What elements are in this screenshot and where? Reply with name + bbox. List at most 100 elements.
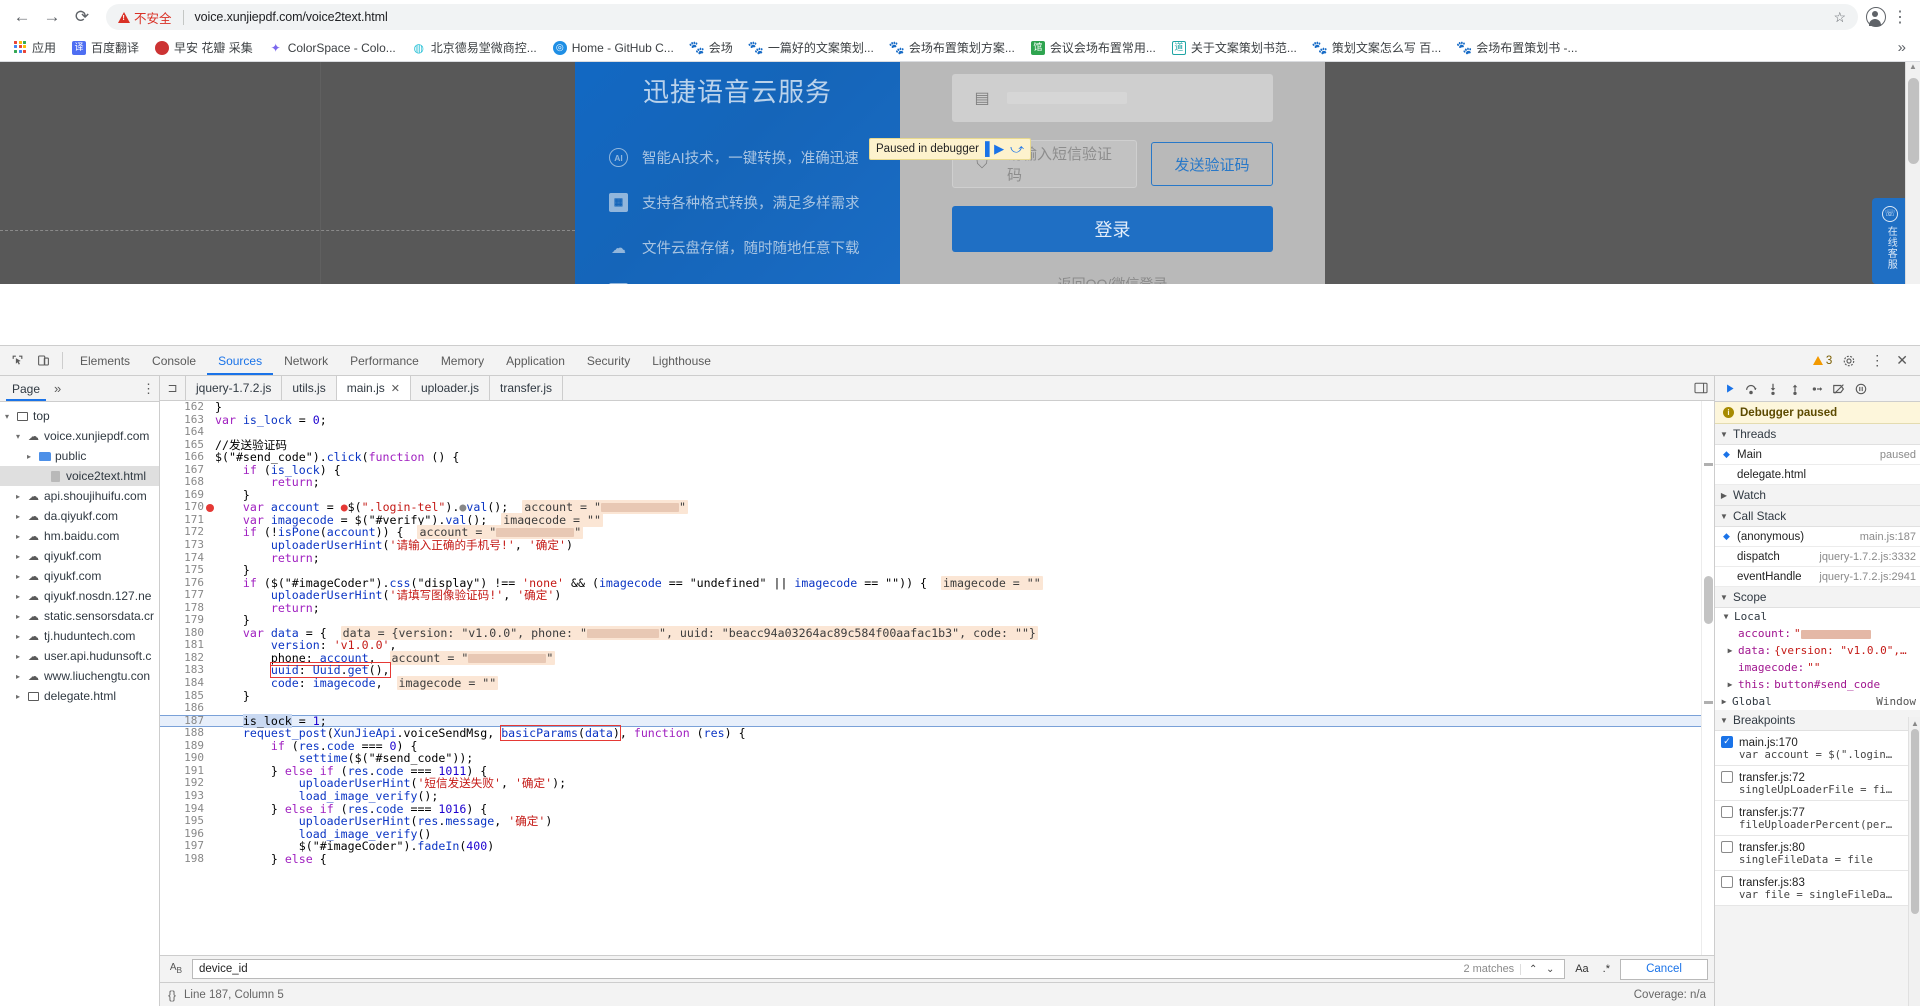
file-tab[interactable]: transfer.js <box>490 376 564 400</box>
close-icon[interactable]: ✕ <box>391 382 400 395</box>
tree-item[interactable]: ▸ ☁ static.sensorsdata.cr <box>0 606 159 626</box>
forward-button[interactable]: → <box>38 3 66 31</box>
tree-twisty-icon[interactable]: ▸ <box>13 592 23 601</box>
code-line[interactable]: 163 var is_lock = 0; <box>160 413 1701 427</box>
search-input[interactable]: device_id 2 matches ⌃ ⌄ <box>192 959 1566 979</box>
tree-item[interactable]: voice2text.html <box>0 466 159 486</box>
debugger-scrollbar-thumb[interactable] <box>1911 729 1919 914</box>
bookmark-item[interactable]: ◍ 北京德易堂微商控... <box>405 36 544 59</box>
section-watch[interactable]: ▶ Watch <box>1715 485 1920 506</box>
tree-twisty-icon[interactable]: ▸ <box>13 572 23 581</box>
scope-twisty-icon[interactable]: ▶ <box>1725 646 1735 655</box>
tree-item[interactable]: ▸ public <box>0 446 159 466</box>
step-out-icon[interactable] <box>1785 379 1805 399</box>
tree-twisty-icon[interactable]: ▸ <box>13 532 23 541</box>
tree-twisty-icon[interactable]: ▸ <box>13 692 23 701</box>
file-tab[interactable]: uploader.js <box>411 376 490 400</box>
code-line[interactable]: 197 $("#imageCoder").fadeIn(400) <box>160 840 1701 853</box>
tree-item[interactable]: ▸ ☁ qiyukf.nosdn.127.ne <box>0 586 159 606</box>
editor-scrollbar[interactable] <box>1701 401 1714 955</box>
tab-memory[interactable]: Memory <box>430 346 495 375</box>
tree-twisty-icon[interactable]: ▸ <box>13 652 23 661</box>
navigator-kebab-icon[interactable]: ⋮ <box>142 381 155 397</box>
scope-variable-row[interactable]: ▶ this: button#send_code <box>1715 676 1920 693</box>
breakpoint-row[interactable]: main.js:170var account = $(".login… <box>1715 731 1920 766</box>
devtools-close-icon[interactable]: ✕ <box>1892 352 1912 369</box>
address-bar[interactable]: 不安全 voice.xunjiepdf.com/voice2text.html … <box>106 4 1858 30</box>
device-toolbar-icon[interactable] <box>30 348 56 374</box>
bookmark-item[interactable]: ◎ Home - GitHub C... <box>546 38 681 58</box>
file-tab[interactable]: utils.js <box>282 376 337 400</box>
code-line[interactable]: 166 $("#send_code").click(function () { <box>160 451 1701 464</box>
bookmark-item[interactable]: 馆会议会场布置常用... <box>1024 36 1163 59</box>
editor-scrollbar-thumb[interactable] <box>1704 576 1713 624</box>
tree-twisty-icon[interactable]: ▸ <box>13 612 23 621</box>
tree-item[interactable]: ▸ ☁ api.shoujihuifu.com <box>0 486 159 506</box>
gear-icon[interactable] <box>1836 348 1862 374</box>
tab-security[interactable]: Security <box>576 346 641 375</box>
navigator-tab-page[interactable]: Page <box>6 376 46 401</box>
file-tabs-more-icon[interactable]: ⊐ <box>160 376 186 400</box>
code-line[interactable]: 167 if (is_lock) { <box>160 463 1701 477</box>
bookmark-item[interactable]: ✦ ColorSpace - Colo... <box>262 38 403 58</box>
code-line[interactable]: 178 return; <box>160 601 1701 615</box>
tree-twisty-icon[interactable]: ▾ <box>13 432 23 441</box>
scope-variable-row[interactable]: account: " <box>1715 625 1920 642</box>
breakpoint-checkbox[interactable] <box>1721 736 1733 748</box>
search-next-icon[interactable]: ⌄ <box>1542 964 1558 975</box>
match-case-toggle[interactable]: Aa <box>1571 963 1592 975</box>
code-line[interactable]: 168 return; <box>160 476 1701 489</box>
bookmark-item[interactable]: 🐾 会场布置策划方案... <box>883 36 1022 59</box>
tree-twisty-icon[interactable]: ▾ <box>2 412 12 421</box>
send-code-button[interactable]: 发送验证码 <box>1151 142 1273 186</box>
code-line[interactable]: 185 } <box>160 689 1701 703</box>
pause-on-exceptions-icon[interactable] <box>1851 379 1871 399</box>
debugger-scrollbar[interactable]: ▲ ▼ <box>1908 717 1920 1006</box>
search-cancel-button[interactable]: Cancel <box>1620 958 1708 980</box>
reload-button[interactable]: ⟳ <box>68 3 96 31</box>
tree-twisty-icon[interactable]: ▸ <box>13 552 23 561</box>
bookmark-item[interactable]: 🐾 会场布置策划书 -... <box>1450 36 1584 59</box>
profile-avatar-icon[interactable] <box>1866 7 1886 27</box>
tree-item[interactable]: ▾ top <box>0 406 159 426</box>
code-editor[interactable]: 162} 163 var is_lock = 0; 164 165//发送验证码 166 $… <box>160 401 1714 955</box>
tree-twisty-icon[interactable]: ▸ <box>13 632 23 641</box>
tree-item[interactable]: ▾ ☁ voice.xunjiepdf.com <box>0 426 159 446</box>
regex-toggle[interactable]: .* <box>1599 963 1614 975</box>
devtools-kebab-icon[interactable]: ⋮ <box>1866 352 1888 369</box>
code-line[interactable]: 186 <box>160 702 1701 715</box>
source-code[interactable]: 162} 163 var is_lock = 0; 164 165//发送验证码 166 $… <box>160 401 1701 865</box>
tab-console[interactable]: Console <box>141 346 207 375</box>
code-line[interactable]: 174 return; <box>160 551 1701 565</box>
search-prev-icon[interactable]: ⌃ <box>1525 964 1541 975</box>
tree-item[interactable]: ▸ ☁ qiyukf.com <box>0 566 159 586</box>
bookmark-item[interactable]: 🐾 策划文案怎么写 百... <box>1306 36 1448 59</box>
tree-item[interactable]: ▸ ☁ tj.huduntech.com <box>0 626 159 646</box>
scope-variable-row[interactable]: imagecode: "" <box>1715 659 1920 676</box>
tree-item[interactable]: ▸ ☁ da.qiyukf.com <box>0 506 159 526</box>
file-tab[interactable]: main.js ✕ <box>336 376 411 400</box>
bookmark-item[interactable]: 早安 花瓣 采集 <box>148 36 260 59</box>
scope-local-header[interactable]: ▼ Local <box>1715 608 1920 625</box>
scroll-up-arrow-icon[interactable]: ▲ <box>1906 62 1920 71</box>
code-line[interactable]: 182 phone: account, account = " " <box>160 650 1701 666</box>
bookmark-item[interactable]: 应用 <box>6 36 63 59</box>
resume-script-button[interactable]: ▌▶ <box>985 141 1004 157</box>
resume-icon[interactable] <box>1719 379 1739 399</box>
bookmarks-overflow-icon[interactable]: » <box>1890 39 1914 56</box>
navigator-more-icon[interactable]: » <box>54 381 61 396</box>
security-warning[interactable]: 不安全 <box>118 8 172 27</box>
step-over-button[interactable]: ⤻ <box>1010 141 1024 157</box>
code-line[interactable]: 198 } else { <box>160 852 1701 866</box>
tree-twisty-icon[interactable]: ▸ <box>24 452 34 461</box>
tree-twisty-icon[interactable]: ▸ <box>13 512 23 521</box>
breakpoint-row[interactable]: transfer.js:77 fileUploaderPercent(per… <box>1715 801 1920 836</box>
page-scrollbar-thumb[interactable] <box>1908 78 1919 164</box>
tab-lighthouse[interactable]: Lighthouse <box>641 346 722 375</box>
file-tab[interactable]: jquery-1.7.2.js <box>186 376 283 400</box>
code-line[interactable]: 177 uploaderUserHint('请填写图像验证码!', '确定') <box>160 589 1701 602</box>
tree-item[interactable]: ▸ delegate.html <box>0 686 159 706</box>
step-over-icon[interactable] <box>1741 379 1761 399</box>
bookmark-item[interactable]: 🐾 会场 <box>683 36 740 59</box>
thread-row[interactable]: ◆ Main paused <box>1715 445 1920 465</box>
